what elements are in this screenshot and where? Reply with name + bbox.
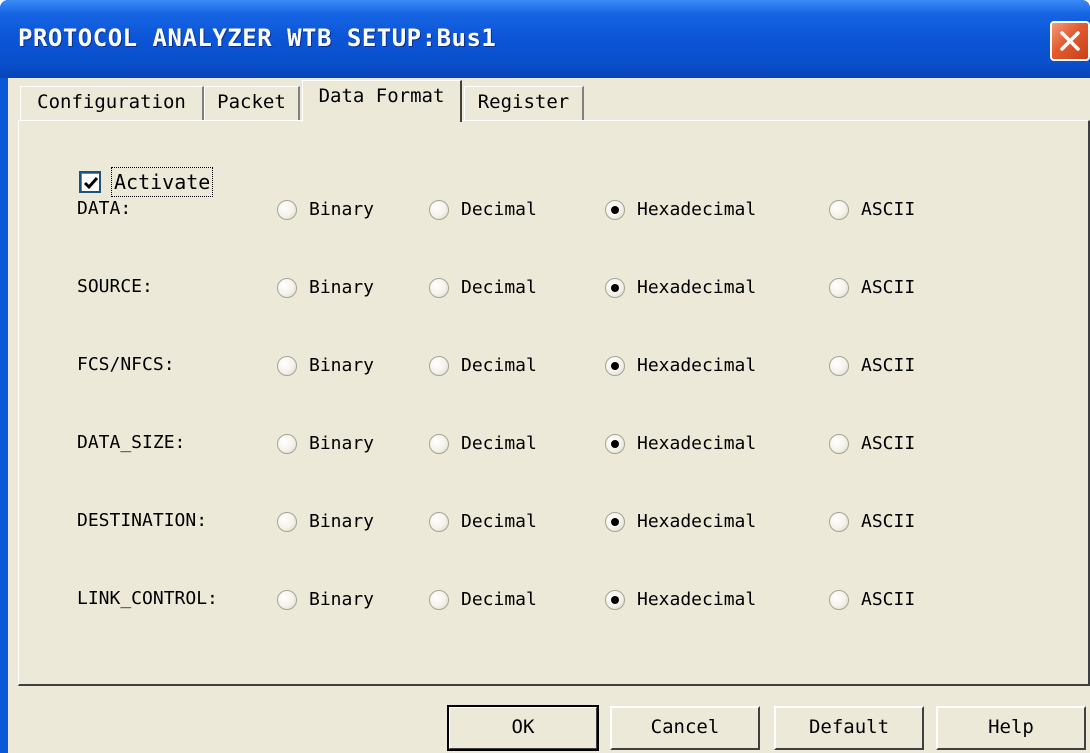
tab-register[interactable]: Register [464, 86, 584, 120]
radio-label-decimal[interactable]: Decimal [461, 432, 537, 456]
activate-label[interactable]: Activate [111, 167, 214, 197]
radio-ascii[interactable] [829, 512, 849, 532]
radio-binary[interactable] [277, 512, 297, 532]
row-label: FCS/NFCS: [77, 354, 175, 375]
radio-label-decimal[interactable]: Decimal [461, 198, 537, 222]
radio-label-decimal[interactable]: Decimal [461, 276, 537, 300]
radio-decimal[interactable] [429, 512, 449, 532]
data-format-panel: Activate DATA: Binary Decimal Hexadecimal AS… [18, 120, 1090, 686]
checkmark-icon [83, 177, 99, 190]
radio-selected-dot [611, 596, 619, 604]
radio-label-hexadecimal[interactable]: Hexadecimal [637, 432, 756, 456]
radio-selected-dot [611, 206, 619, 214]
radio-label-hexadecimal[interactable]: Hexadecimal [637, 198, 756, 222]
default-button[interactable]: Default [774, 706, 924, 750]
radio-label-ascii[interactable]: ASCII [861, 510, 915, 534]
radio-label-hexadecimal[interactable]: Hexadecimal [637, 276, 756, 300]
radio-binary[interactable] [277, 278, 297, 298]
radio-hexadecimal[interactable] [605, 356, 625, 376]
tab-configuration[interactable]: Configuration [20, 86, 204, 120]
dialog-window: PROTOCOL ANALYZER WTB SETUP:Bus1 Configu… [0, 0, 1090, 753]
radio-label-binary[interactable]: Binary [309, 198, 374, 222]
row-label: SOURCE: [77, 276, 153, 297]
cancel-button[interactable]: Cancel [610, 706, 760, 750]
radio-binary[interactable] [277, 590, 297, 610]
radio-hexadecimal[interactable] [605, 200, 625, 220]
radio-label-ascii[interactable]: ASCII [861, 354, 915, 378]
activate-checkbox[interactable] [79, 171, 101, 193]
radio-hexadecimal[interactable] [605, 590, 625, 610]
radio-decimal[interactable] [429, 356, 449, 376]
radio-label-binary[interactable]: Binary [309, 510, 374, 534]
row-label: DESTINATION: [77, 510, 208, 531]
close-icon [1060, 31, 1080, 51]
radio-label-ascii[interactable]: ASCII [861, 588, 915, 612]
radio-label-hexadecimal[interactable]: Hexadecimal [637, 354, 756, 378]
radio-decimal[interactable] [429, 590, 449, 610]
dialog-client-area: Configuration Packet Data Format Registe… [8, 78, 1090, 753]
radio-label-binary[interactable]: Binary [309, 354, 374, 378]
radio-hexadecimal[interactable] [605, 278, 625, 298]
window-title: PROTOCOL ANALYZER WTB SETUP:Bus1 [18, 24, 497, 52]
row-label: DATA: [77, 198, 132, 219]
radio-decimal[interactable] [429, 278, 449, 298]
radio-binary[interactable] [277, 200, 297, 220]
radio-label-hexadecimal[interactable]: Hexadecimal [637, 510, 756, 534]
radio-label-decimal[interactable]: Decimal [461, 588, 537, 612]
radio-binary[interactable] [277, 434, 297, 454]
ok-button[interactable]: OK [447, 705, 599, 751]
close-button[interactable] [1050, 21, 1090, 61]
help-button[interactable]: Help [936, 706, 1086, 750]
radio-label-binary[interactable]: Binary [309, 276, 374, 300]
radio-decimal[interactable] [429, 200, 449, 220]
radio-label-ascii[interactable]: ASCII [861, 276, 915, 300]
radio-label-ascii[interactable]: ASCII [861, 432, 915, 456]
radio-label-ascii[interactable]: ASCII [861, 198, 915, 222]
radio-label-decimal[interactable]: Decimal [461, 354, 537, 378]
radio-label-hexadecimal[interactable]: Hexadecimal [637, 588, 756, 612]
tab-packet[interactable]: Packet [204, 86, 300, 120]
radio-selected-dot [611, 518, 619, 526]
title-bar[interactable]: PROTOCOL ANALYZER WTB SETUP:Bus1 [0, 0, 1090, 78]
radio-label-binary[interactable]: Binary [309, 588, 374, 612]
radio-ascii[interactable] [829, 278, 849, 298]
radio-ascii[interactable] [829, 590, 849, 610]
radio-hexadecimal[interactable] [605, 512, 625, 532]
radio-ascii[interactable] [829, 200, 849, 220]
radio-label-binary[interactable]: Binary [309, 432, 374, 456]
radio-decimal[interactable] [429, 434, 449, 454]
row-label: LINK_CONTROL: [77, 588, 218, 609]
radio-selected-dot [611, 284, 619, 292]
radio-ascii[interactable] [829, 356, 849, 376]
radio-binary[interactable] [277, 356, 297, 376]
radio-selected-dot [611, 440, 619, 448]
radio-ascii[interactable] [829, 434, 849, 454]
tab-data-format[interactable]: Data Format [302, 80, 462, 122]
radio-hexadecimal[interactable] [605, 434, 625, 454]
row-label: DATA_SIZE: [77, 432, 186, 453]
radio-label-decimal[interactable]: Decimal [461, 510, 537, 534]
radio-selected-dot [611, 362, 619, 370]
